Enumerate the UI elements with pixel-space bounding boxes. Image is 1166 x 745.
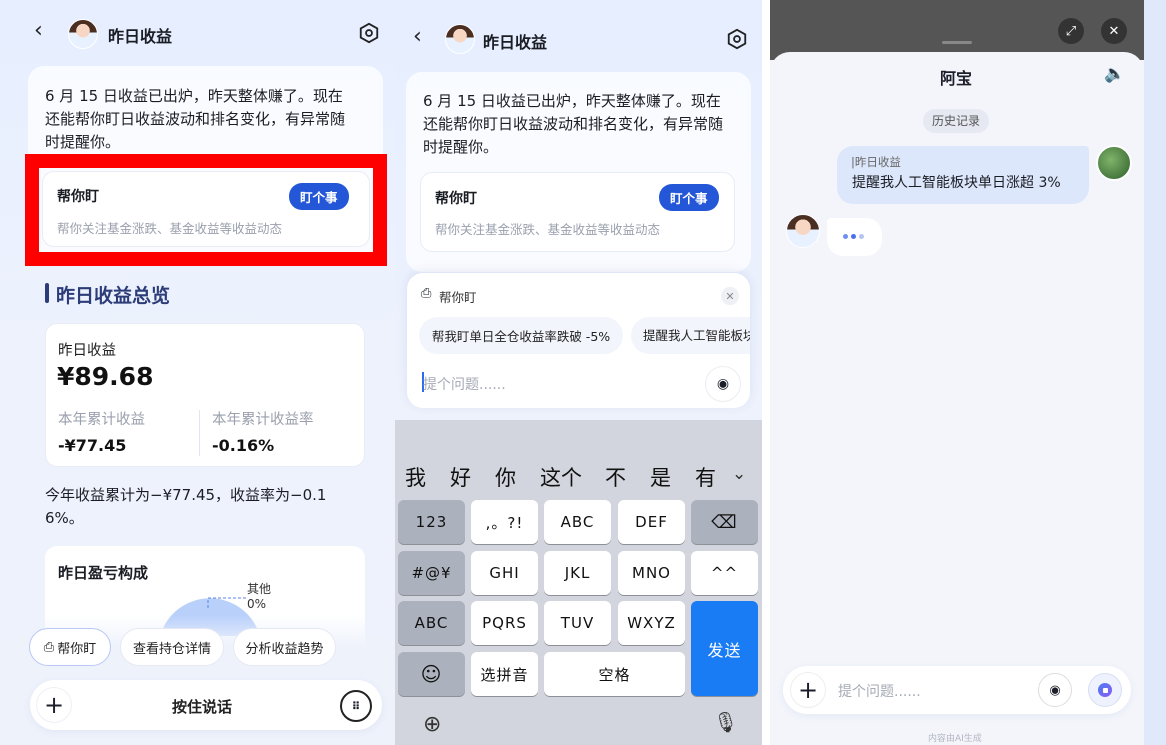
suggestion-chip[interactable]: 帮我盯单日全仓收益率跌破 -5%	[419, 317, 623, 354]
chat-input[interactable]: 提个问题......	[838, 681, 921, 701]
speaker-icon[interactable]: 🔈	[1104, 64, 1125, 84]
chip-holdings[interactable]: 查看持仓详情	[120, 628, 224, 666]
settings-icon[interactable]	[358, 22, 380, 44]
keyboard: 我 好 你 这个 不 是 有 ⌄ 123 ,。?! ABC DEF ⌫ #@¥ …	[395, 420, 762, 745]
header: ‹ 昨日收益	[0, 2, 395, 62]
plus-icon[interactable]: +	[790, 672, 826, 708]
close-icon[interactable]: ✕	[1101, 18, 1127, 44]
send-key[interactable]: 发送	[691, 601, 758, 696]
popup-icon: ⎙	[421, 286, 432, 301]
close-icon[interactable]: ✕	[721, 287, 739, 305]
ai-footer-note: 内容由AI生成	[928, 734, 982, 744]
header: ‹ 昨日收益	[395, 8, 762, 68]
ytd-rate-label: 本年累计收益率	[212, 412, 314, 428]
highlight-box	[25, 154, 387, 266]
key-abc[interactable]: ABC	[544, 500, 611, 544]
key-abc-mode[interactable]: ABC	[398, 601, 465, 645]
backspace-icon[interactable]: ⌫	[691, 500, 758, 544]
watch-card-title: 帮你盯	[435, 191, 477, 207]
popup-title: 帮你盯	[439, 290, 477, 305]
key-emoticon[interactable]: ^^	[691, 551, 758, 595]
key-ghi[interactable]: GHI	[471, 551, 538, 595]
key-mno[interactable]: MNO	[618, 551, 685, 595]
key-jkl[interactable]: JKL	[544, 551, 611, 595]
typing-bubble	[827, 218, 882, 256]
key-pqrs[interactable]: PQRS	[471, 601, 538, 645]
globe-icon[interactable]: ⊕	[423, 712, 441, 737]
expand-icon[interactable]: ⤢	[1058, 18, 1084, 44]
keyboard-icon[interactable]: ⠿	[340, 690, 372, 722]
voice-icon[interactable]: ◉	[1038, 673, 1072, 707]
voice-label[interactable]: 按住说话	[172, 696, 232, 717]
candidate[interactable]: 是	[650, 462, 671, 492]
panel-chat: ⤢ ✕ 阿宝 🔈 历史记录 |昨日收益 提醒我人工智能板块单日涨超 3% + 提…	[770, 0, 1144, 745]
divider-gap	[762, 0, 770, 745]
right-strip	[1144, 0, 1166, 745]
key-123[interactable]: 123	[398, 500, 465, 544]
page-title: 昨日收益	[483, 33, 548, 52]
yesterday-value: ¥89.68	[57, 362, 154, 391]
avatar	[445, 24, 475, 54]
voice-icon[interactable]: ◉	[705, 366, 741, 402]
composition-title: 昨日盈亏构成	[58, 564, 149, 582]
ytd-value: -¥77.45	[58, 436, 127, 455]
user-message-tag: |昨日收益	[851, 155, 901, 169]
chat-title: 阿宝	[940, 69, 973, 88]
key-pinyin[interactable]: 选拼音	[471, 652, 538, 696]
summary-text: 今年收益累计为−¥77.45，收益率为−0.1 6%。	[45, 486, 327, 527]
suggestion-chip-partial[interactable]: 提醒我人工智能板块	[631, 317, 750, 354]
chip-watch[interactable]: ⎙ 帮你盯	[29, 628, 111, 666]
candidate[interactable]: 你	[495, 462, 516, 492]
user-avatar	[1096, 145, 1132, 181]
watch-button[interactable]: 盯个事	[659, 184, 719, 211]
candidate[interactable]: 有	[695, 462, 716, 492]
top-dim-overlay	[770, 0, 1144, 60]
watch-icon: ⎙	[43, 639, 55, 655]
back-icon[interactable]: ‹	[34, 18, 43, 43]
key-punct[interactable]: ,。?!	[471, 500, 538, 544]
chevron-down-icon[interactable]: ⌄	[732, 464, 746, 484]
panel-yesterday-earnings: ‹ 昨日收益 6 月 15 日收益已出炉，昨天整体赚了。现在 还能帮你盯日收益波…	[0, 0, 395, 745]
assistant-avatar	[786, 214, 820, 248]
chat-input-bar[interactable]	[783, 666, 1131, 714]
candidate[interactable]: 好	[450, 462, 471, 492]
typing-dot	[851, 234, 856, 239]
drag-handle[interactable]	[942, 41, 972, 44]
intro-text: 6 月 15 日收益已出炉，昨天整体赚了。现在 还能帮你盯日收益波动和排名变化，…	[45, 87, 346, 151]
key-symbols[interactable]: #@¥	[398, 551, 465, 595]
key-tuv[interactable]: TUV	[544, 601, 611, 645]
panel-keyboard: ‹ 昨日收益 6 月 15 日收益已出炉，昨天整体赚了。现在 还能帮你盯日收益波…	[395, 0, 762, 745]
avatar	[68, 19, 98, 49]
intro-text: 6 月 15 日收益已出炉，昨天整体赚了。现在 还能帮你盯日收益波动和排名变化，…	[423, 92, 724, 156]
pie-other-label: 其他	[247, 582, 272, 596]
candidate[interactable]: 不	[605, 462, 626, 492]
history-button[interactable]: 历史记录	[923, 109, 990, 133]
typing-dot	[843, 234, 848, 239]
question-input[interactable]: 提个问题......	[423, 374, 506, 394]
divider	[199, 410, 200, 456]
typing-dot	[859, 234, 864, 239]
user-message-text: 提醒我人工智能板块单日涨超 3%	[852, 175, 1061, 191]
plus-icon[interactable]: +	[36, 687, 72, 723]
stop-icon[interactable]	[1088, 673, 1122, 707]
chip-trend[interactable]: 分析收益趋势	[233, 628, 336, 666]
section-bar	[45, 283, 49, 303]
ytd-rate-value: -0.16%	[212, 436, 275, 455]
settings-icon[interactable]	[726, 28, 748, 50]
candidate[interactable]: 我	[405, 462, 426, 492]
key-wxyz[interactable]: WXYZ	[618, 601, 685, 645]
page-title: 昨日收益	[108, 27, 173, 46]
yesterday-label: 昨日收益	[58, 343, 116, 359]
ytd-label: 本年累计收益	[58, 412, 145, 428]
key-def[interactable]: DEF	[618, 500, 685, 544]
back-icon[interactable]: ‹	[413, 24, 422, 49]
overview-title: 昨日收益总览	[56, 285, 171, 307]
emoji-icon[interactable]: ☺	[398, 652, 465, 696]
microphone-icon[interactable]: 🎙	[713, 710, 738, 734]
candidate[interactable]: 这个	[540, 462, 582, 492]
key-space[interactable]: 空格	[544, 652, 685, 696]
watch-card-desc: 帮你关注基金涨跌、基金收益等收益动态	[435, 222, 661, 237]
